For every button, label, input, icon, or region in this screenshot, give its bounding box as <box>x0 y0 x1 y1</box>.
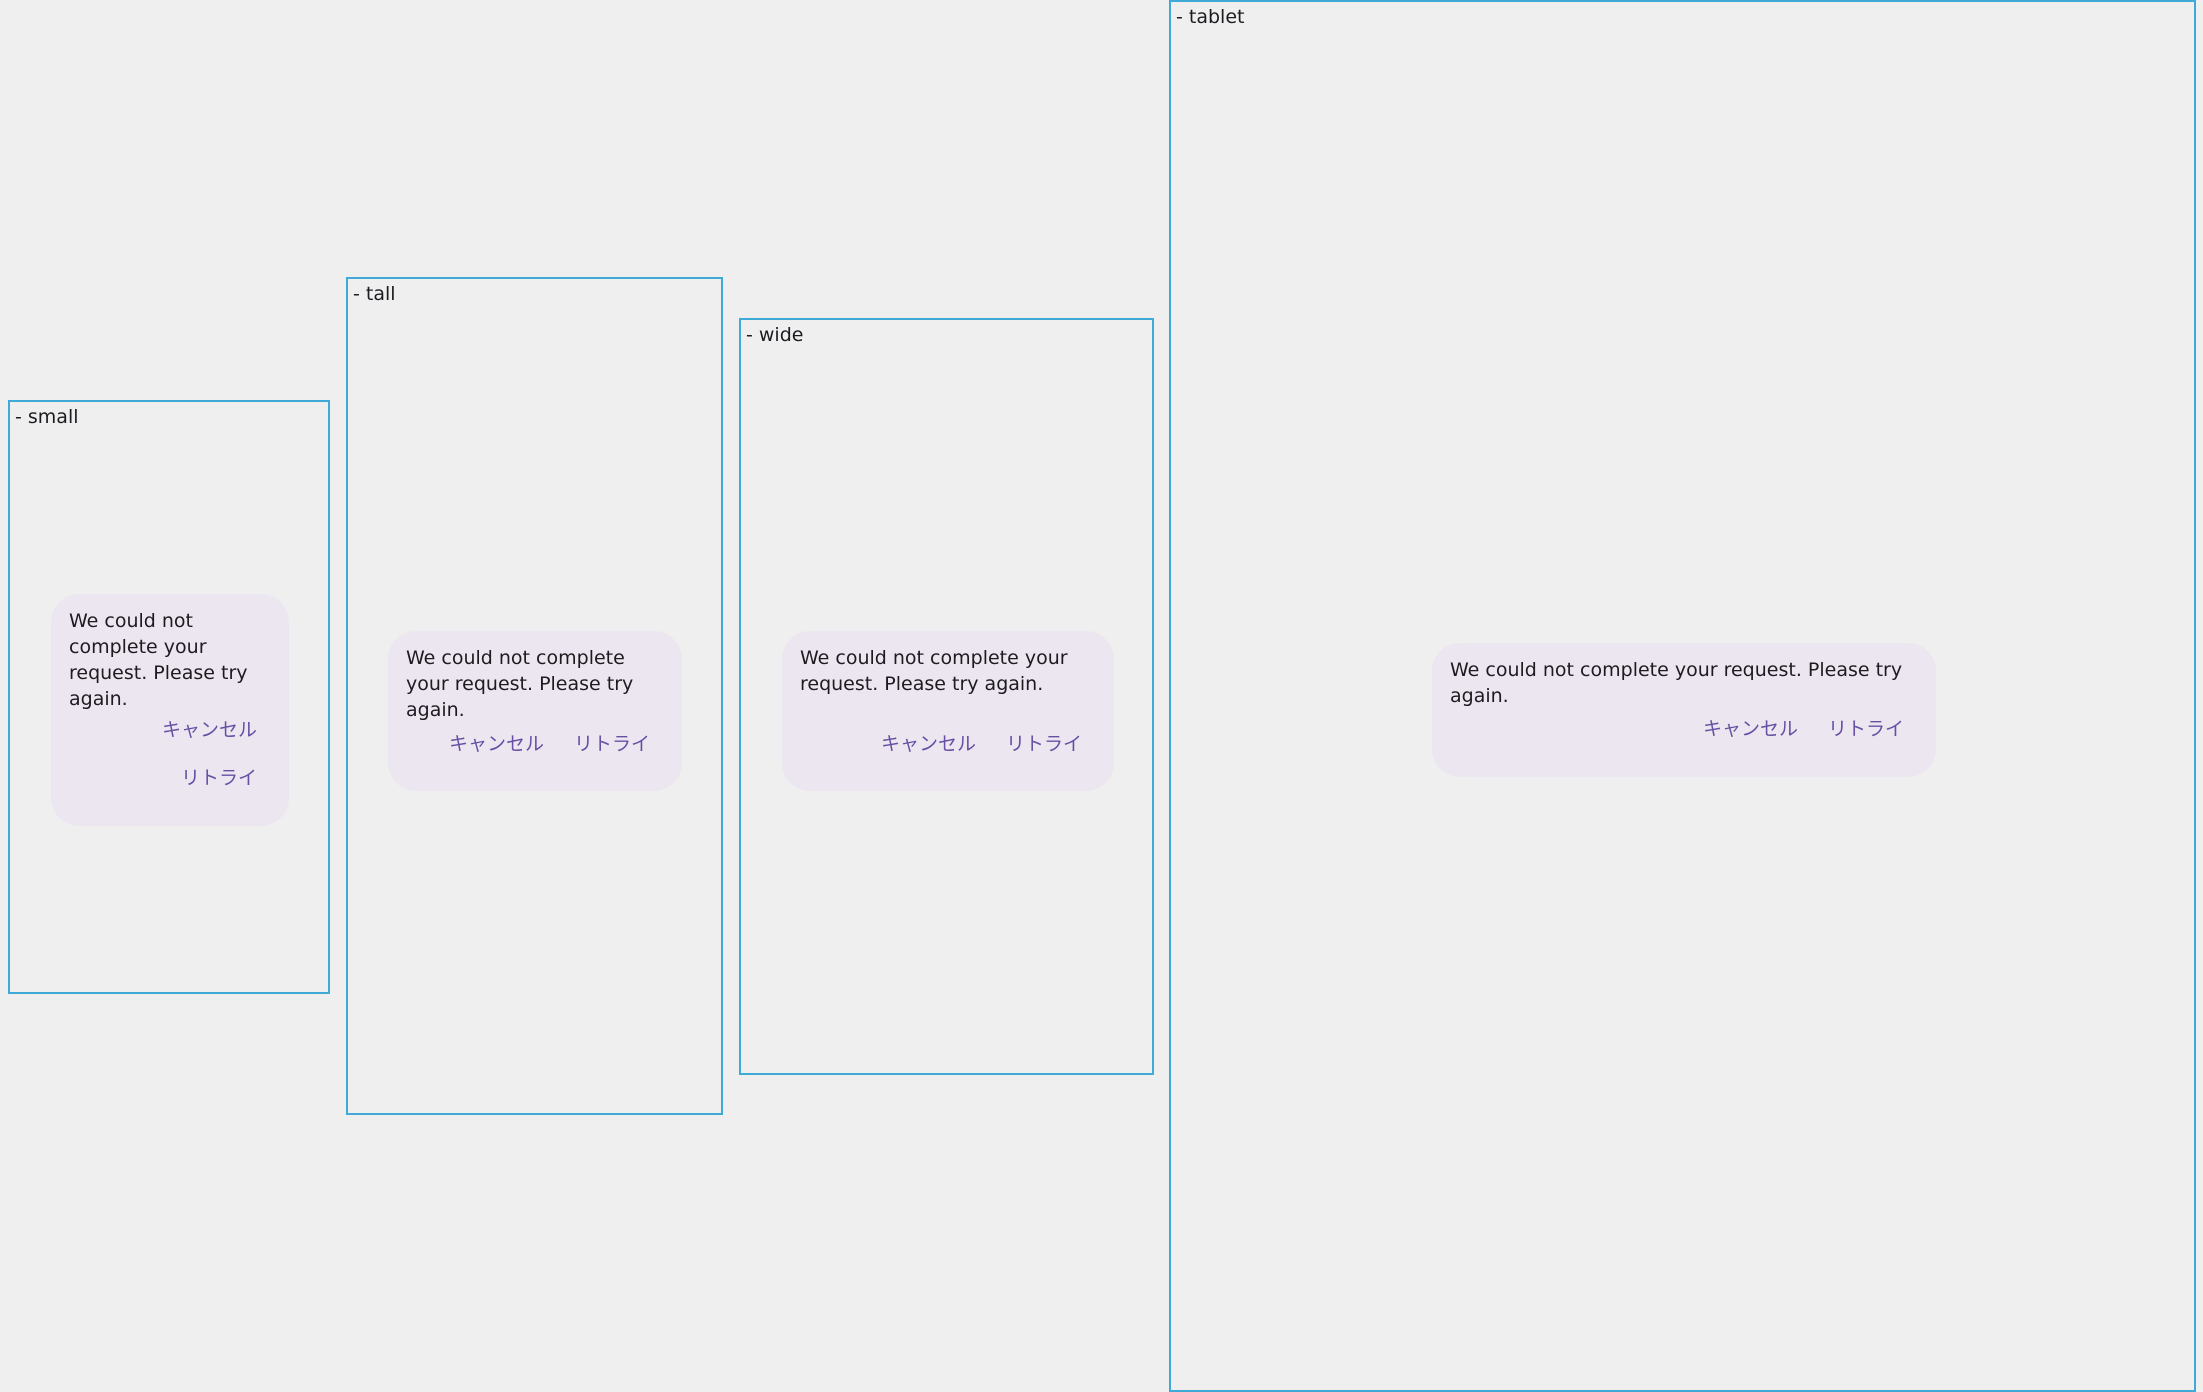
frame-tall: - tall We could not complete your reques… <box>346 277 723 1115</box>
dialog-message: We could not complete your request. Plea… <box>1450 659 1903 707</box>
dialog-wide: We could not complete your request. Plea… <box>782 631 1114 791</box>
frame-tablet: - tablet We could not complete your requ… <box>1169 0 2196 1392</box>
dialog-small: We could not complete your request. Plea… <box>51 594 289 826</box>
dialog-message: We could not complete your request. Plea… <box>406 647 634 721</box>
dialog-actions: キャンセル リトライ <box>881 731 1082 757</box>
retry-button[interactable]: リトライ <box>574 731 650 757</box>
frame-label-small: - small <box>15 406 79 428</box>
retry-button[interactable]: リトライ <box>1006 731 1082 757</box>
frame-label-tablet: - tablet <box>1176 6 1245 28</box>
cancel-button[interactable]: キャンセル <box>881 731 976 757</box>
cancel-button[interactable]: キャンセル <box>449 731 544 757</box>
dialog-actions: キャンセル リトライ <box>449 731 650 757</box>
frame-small: - small We could not complete your reque… <box>8 400 330 994</box>
cancel-button[interactable]: キャンセル <box>162 717 257 743</box>
retry-button[interactable]: リトライ <box>1828 716 1904 742</box>
dialog-tablet: We could not complete your request. Plea… <box>1432 643 1936 777</box>
frame-wide: - wide We could not complete your reques… <box>739 318 1154 1075</box>
frame-label-wide: - wide <box>746 324 804 346</box>
cancel-button[interactable]: キャンセル <box>1703 716 1798 742</box>
dialog-message: We could not complete your request. Plea… <box>800 647 1068 695</box>
frame-label-tall: - tall <box>353 283 396 305</box>
dialog-tall: We could not complete your request. Plea… <box>388 631 682 791</box>
dialog-actions: キャンセル リトライ <box>1703 716 1904 742</box>
dialog-actions: キャンセル リトライ <box>162 717 257 791</box>
dialog-message: We could not complete your request. Plea… <box>69 610 248 710</box>
retry-button[interactable]: リトライ <box>181 765 257 791</box>
